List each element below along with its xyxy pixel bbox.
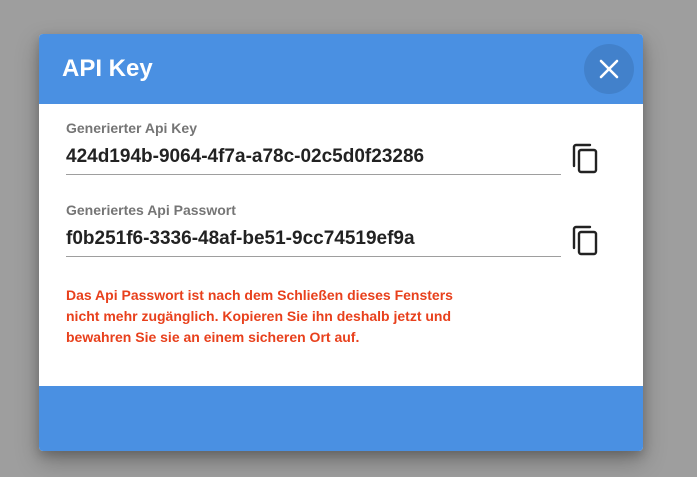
api-password-underline (66, 256, 561, 257)
api-password-label: Generiertes Api Passwort (66, 202, 236, 218)
api-key-dialog: API Key Generierter Api Key 424d194b-906… (39, 34, 643, 451)
warning-line: bewahren Sie sie an einem sicheren Ort a… (66, 329, 360, 345)
password-warning-message: Das Api Passwort ist nach dem Schließen … (66, 285, 496, 348)
dialog-title: API Key (62, 55, 153, 82)
copy-icon (572, 143, 598, 174)
warning-line: Das Api Passwort ist nach dem Schließen … (66, 287, 453, 303)
api-key-value[interactable]: 424d194b-9064-4f7a-a78c-02c5d0f23286 (66, 144, 561, 170)
api-key-label: Generierter Api Key (66, 120, 197, 136)
close-icon (599, 59, 619, 79)
api-password-value[interactable]: f0b251f6-3336-48af-be51-9cc74519ef9a (66, 226, 561, 252)
copy-api-key-button[interactable] (571, 142, 599, 174)
warning-line: nicht mehr zugänglich. Kopieren Sie ihn … (66, 308, 452, 324)
api-key-underline (66, 174, 561, 175)
dialog-body: Generierter Api Key 424d194b-9064-4f7a-a… (39, 104, 643, 386)
dialog-header: API Key (39, 34, 643, 104)
copy-api-password-button[interactable] (571, 224, 599, 256)
dialog-footer (39, 386, 643, 451)
close-button[interactable] (584, 44, 634, 94)
copy-icon (572, 225, 598, 256)
